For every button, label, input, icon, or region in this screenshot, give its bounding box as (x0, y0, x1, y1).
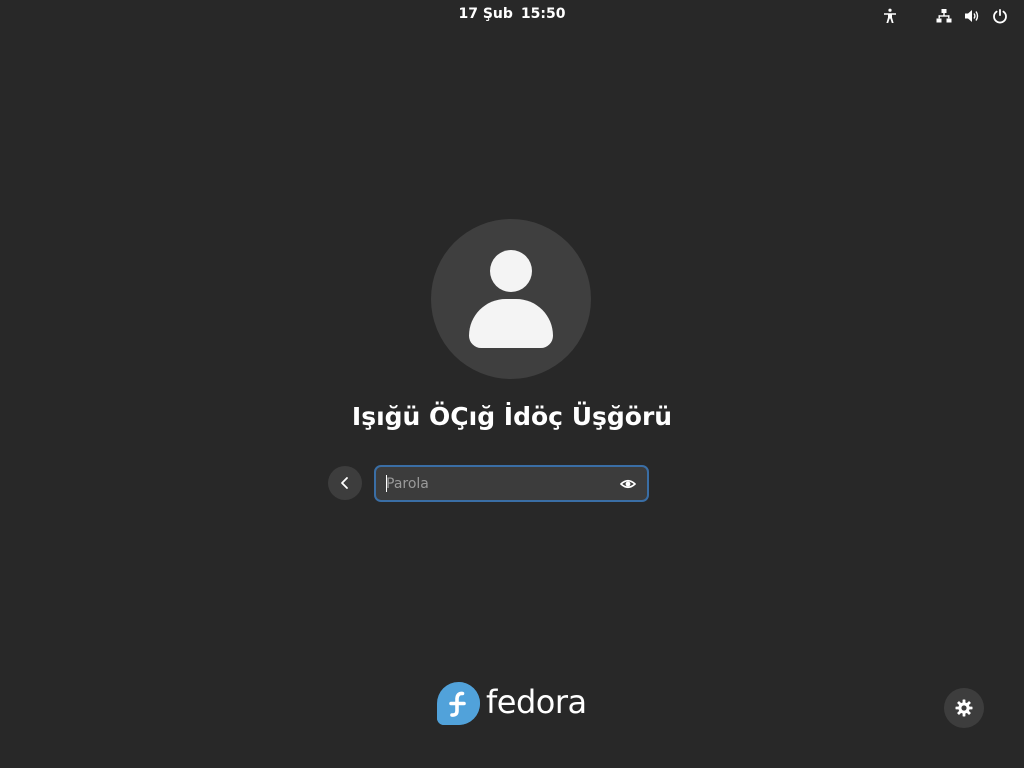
gear-icon (955, 699, 973, 717)
clock-time: 15:50 (520, 6, 566, 22)
volume-icon (960, 4, 984, 28)
avatar-body (469, 299, 553, 348)
accessibility-menu[interactable] (878, 4, 906, 28)
fedora-logo: fedora (437, 681, 587, 725)
avatar-head (490, 250, 532, 292)
password-field[interactable] (374, 465, 649, 502)
top-bar: 17 Şub 15:50 (0, 0, 1024, 32)
session-settings-button[interactable] (944, 688, 984, 728)
power-icon (988, 4, 1012, 28)
fedora-wordmark: fedora (486, 683, 587, 721)
clock-date: 17 Şub (458, 6, 513, 22)
password-input[interactable] (384, 467, 611, 500)
show-password-eye-icon[interactable] (619, 475, 637, 493)
login-screen: 17 Şub 15:50 Işığü ÖÇığ İdöç Üşğörü fedo… (0, 0, 1024, 768)
fedora-logo-mark (437, 681, 480, 725)
network-icon (932, 4, 956, 28)
chevron-left-icon (341, 477, 348, 489)
user-avatar (431, 219, 591, 379)
user-name: Işığü ÖÇığ İdöç Üşğörü (351, 402, 673, 431)
text-caret (386, 475, 387, 492)
clock[interactable]: 17 Şub 15:50 (0, 6, 1024, 22)
system-menu[interactable] (932, 4, 1016, 28)
back-button[interactable] (328, 466, 362, 500)
accessibility-icon[interactable] (878, 4, 902, 28)
